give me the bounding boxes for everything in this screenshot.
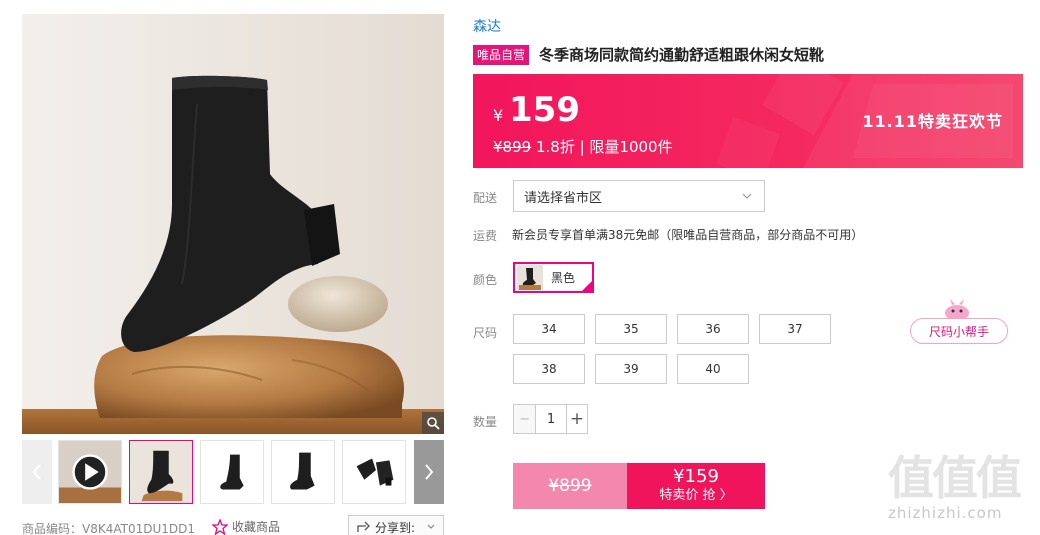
selected-check-icon <box>581 280 593 292</box>
price-banner: ¥ 159 ¥899 1.8折 | 限量1000件 11.11特卖狂欢节 <box>473 74 1023 168</box>
size-option[interactable]: 39 <box>595 354 667 384</box>
star-icon <box>212 518 228 535</box>
thumb-4[interactable] <box>342 440 406 504</box>
current-price: 159 <box>509 90 580 130</box>
buy-current-price: ¥159 <box>673 466 719 487</box>
share-dropdown[interactable]: 分享到: <box>348 515 444 535</box>
shipping-label: 运费 <box>473 229 498 243</box>
thumb-prev-button[interactable] <box>22 440 52 504</box>
size-label: 尺码 <box>473 326 498 340</box>
zoom-icon <box>427 417 440 430</box>
region-placeholder: 请选择省市区 <box>524 190 603 206</box>
size-option[interactable]: 40 <box>677 354 749 384</box>
thumb-3[interactable] <box>271 440 335 504</box>
size-option[interactable]: 37 <box>759 314 831 344</box>
quantity-minus-button[interactable]: − <box>514 405 536 433</box>
price-sub: ¥899 1.8折 | 限量1000件 <box>493 136 673 157</box>
discount: 1.8折 <box>535 138 575 156</box>
buy-now-button[interactable]: ¥159 特卖价 抢 〉 <box>627 463 765 509</box>
color-option-black[interactable]: 黑色 <box>513 262 594 293</box>
brand-link[interactable]: 森达 <box>473 16 501 36</box>
main-product-image[interactable] <box>22 14 444 434</box>
limit-text: | 限量1000件 <box>579 138 673 156</box>
thumb-2[interactable] <box>200 440 264 504</box>
shipping-text: 新会员专享首单满38元免邮（限唯品自营商品，部分商品不可用） <box>512 228 864 242</box>
zoom-button[interactable] <box>422 412 444 434</box>
buy-original-price: ¥899 <box>513 463 627 509</box>
product-code: 商品编码：V8K4AT01DU1DD1 <box>22 522 195 535</box>
size-option[interactable]: 34 <box>513 314 585 344</box>
size-option[interactable]: 38 <box>513 354 585 384</box>
thumb-1[interactable] <box>129 440 193 504</box>
chevron-left-icon <box>32 464 41 480</box>
color-swatch <box>517 265 543 290</box>
favorite-button[interactable]: 收藏商品 <box>212 518 280 535</box>
delivery-label: 配送 <box>473 191 498 205</box>
favorite-label: 收藏商品 <box>232 520 281 534</box>
video-thumb-image <box>59 441 121 503</box>
mascot-icon <box>945 299 969 320</box>
thumbnail-strip <box>22 440 444 504</box>
festival-tag: 11.11特卖狂欢节 <box>862 112 1003 131</box>
quantity-label: 数量 <box>473 415 498 429</box>
color-label: 颜色 <box>473 273 498 287</box>
chevron-right-icon <box>425 464 434 480</box>
size-helper-button[interactable]: 尺码小帮手 <box>910 318 1008 344</box>
buy-bar: ¥899 ¥159 特卖价 抢 〉 <box>513 463 765 509</box>
size-option[interactable]: 35 <box>595 314 667 344</box>
original-price: ¥899 <box>493 138 532 156</box>
caret-down-icon <box>427 524 435 529</box>
product-meta-row: 商品编码：V8K4AT01DU1DD1 收藏商品 分享到: <box>22 515 444 535</box>
size-option[interactable]: 36 <box>677 314 749 344</box>
quantity-value[interactable]: 1 <box>536 405 566 433</box>
product-title: 冬季商场同款简约通勤舒适粗跟休闲女短靴 <box>539 46 825 64</box>
quantity-plus-button[interactable]: + <box>566 405 587 433</box>
watermark-logo: 值值值 <box>888 451 1022 505</box>
watermark: 值值值 zhizhizhi.com <box>888 452 1034 532</box>
color-name: 黑色 <box>551 271 576 285</box>
share-label: 分享到: <box>375 520 416 535</box>
boot-photo <box>22 14 444 434</box>
watermark-site: zhizhizhi.com <box>888 504 1003 522</box>
quantity-stepper: − 1 + <box>513 404 588 434</box>
thumb-next-button[interactable] <box>414 440 444 504</box>
share-icon <box>357 521 370 532</box>
currency-symbol: ¥ <box>493 106 504 125</box>
self-operated-badge: 唯品自营 <box>473 44 530 65</box>
title-row: 唯品自营 冬季商场同款简约通勤舒适粗跟休闲女短靴 <box>473 44 824 65</box>
thumb-video[interactable] <box>58 440 122 504</box>
region-select[interactable]: 请选择省市区 <box>513 180 765 212</box>
chevron-down-icon <box>742 193 752 199</box>
buy-cta-label: 特卖价 抢 〉 <box>659 488 733 503</box>
